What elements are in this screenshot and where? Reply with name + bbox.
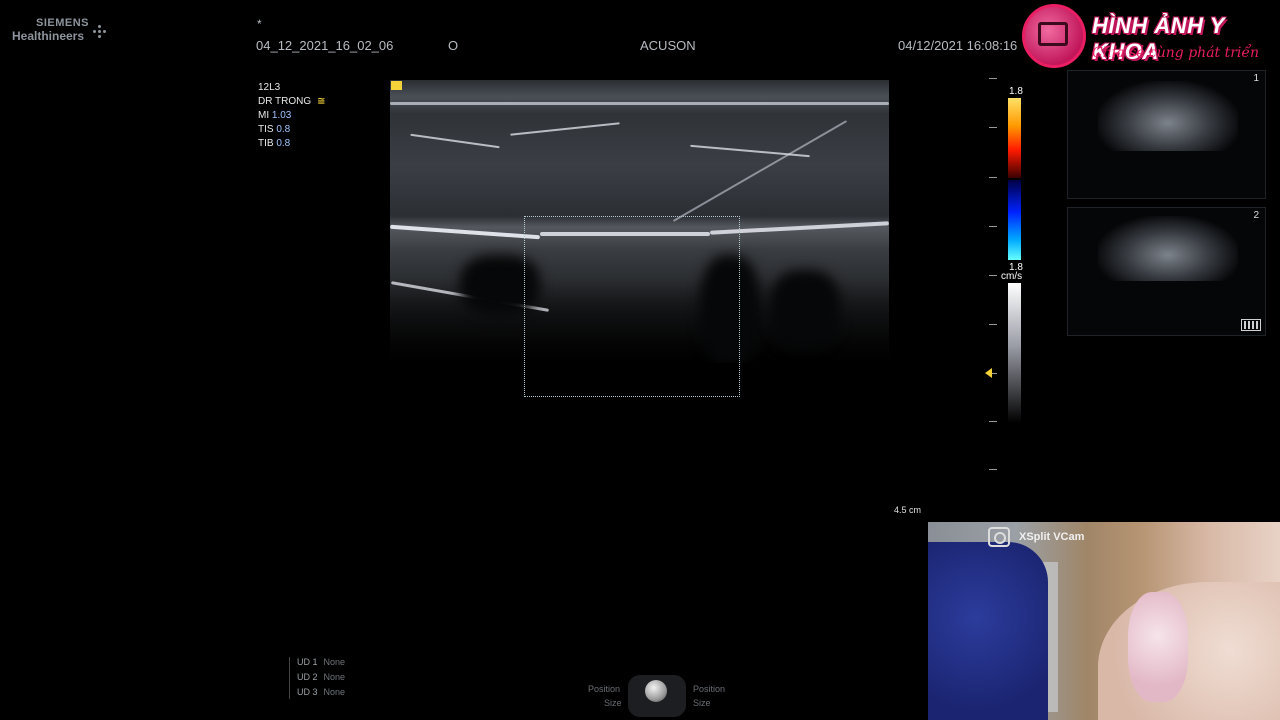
- probe-label: 12L3: [258, 82, 281, 93]
- focus-arrow-icon[interactable]: [985, 368, 992, 378]
- trackball-icon[interactable]: [645, 680, 667, 702]
- colorbar-top-value: 1.8: [1009, 86, 1023, 97]
- webcam-feed: [928, 522, 1280, 720]
- brand-subname: Healthineers: [12, 29, 85, 43]
- colorbar-negative: [1008, 180, 1021, 260]
- thumbnail-number: 2: [1253, 210, 1259, 221]
- grayscale-bar: [1008, 283, 1021, 423]
- mi-value: 1.03: [271, 110, 292, 121]
- ud-label: UD 3: [297, 687, 318, 697]
- ud-row: UD 2 None: [297, 672, 345, 682]
- depth-scale: 4.5 cm: [894, 505, 922, 515]
- orientation-marker-icon: [391, 81, 402, 90]
- mi-row: MI 1.03: [258, 109, 326, 123]
- mi-label: MI: [258, 110, 270, 121]
- ud-divider: [289, 657, 290, 699]
- ud-label: UD 1: [297, 657, 318, 667]
- colorbar-positive: [1008, 98, 1021, 178]
- brand-name: SIEMENS: [36, 17, 90, 29]
- webcam-label: XSplit VCam: [1019, 531, 1085, 543]
- tib-value: 0.8: [276, 138, 291, 149]
- trackball-left-top: Position: [588, 684, 621, 694]
- camera-icon: [988, 527, 1010, 547]
- colorbar-unit: cm/s: [1001, 271, 1023, 282]
- color-roi-box[interactable]: [524, 216, 740, 397]
- tis-row: TIS 0.8: [258, 123, 326, 137]
- film-strip-icon[interactable]: [1241, 319, 1261, 331]
- ud-row: UD 1 None: [297, 657, 345, 667]
- ud-value: None: [323, 657, 346, 667]
- ud-label: UD 2: [297, 672, 318, 682]
- logo-subtitle: Chia sẻ cùng phát triển: [1092, 45, 1260, 61]
- logo-monitor-icon: [1038, 22, 1068, 46]
- imaging-params: 12L3 DR TRONG ≅ MI 1.03 TIS 0.8 TIB 0.8: [258, 81, 326, 151]
- marker-icon: ≅: [317, 96, 326, 107]
- header-letter: O: [448, 38, 459, 53]
- header-star: *: [257, 17, 262, 31]
- system-name: ACUSON: [640, 38, 696, 53]
- depth-ticks: [989, 76, 997, 476]
- ud-value: None: [323, 672, 346, 682]
- doctor-label: DR TRONG: [258, 96, 312, 107]
- trackball-right-bottom: Size: [693, 698, 711, 708]
- datetime: 04/12/2021 16:08:16: [898, 38, 1018, 53]
- thumbnail-number: 1: [1253, 73, 1259, 84]
- trackball-left-bottom: Size: [604, 698, 622, 708]
- study-id: 04_12_2021_16_02_06: [256, 38, 394, 53]
- brand-dots-icon: [93, 24, 109, 40]
- trackball-right-top: Position: [693, 684, 726, 694]
- tib-label: TIB: [258, 138, 274, 149]
- thumbnail-1[interactable]: 1: [1067, 70, 1266, 199]
- doctor-row: DR TRONG ≅: [258, 95, 326, 109]
- tis-value: 0.8: [276, 124, 291, 135]
- thumbnail-2[interactable]: 2: [1067, 207, 1266, 336]
- tib-row: TIB 0.8: [258, 137, 326, 151]
- ud-row: UD 3 None: [297, 687, 345, 697]
- tis-label: TIS: [258, 124, 274, 135]
- ud-value: None: [323, 687, 346, 697]
